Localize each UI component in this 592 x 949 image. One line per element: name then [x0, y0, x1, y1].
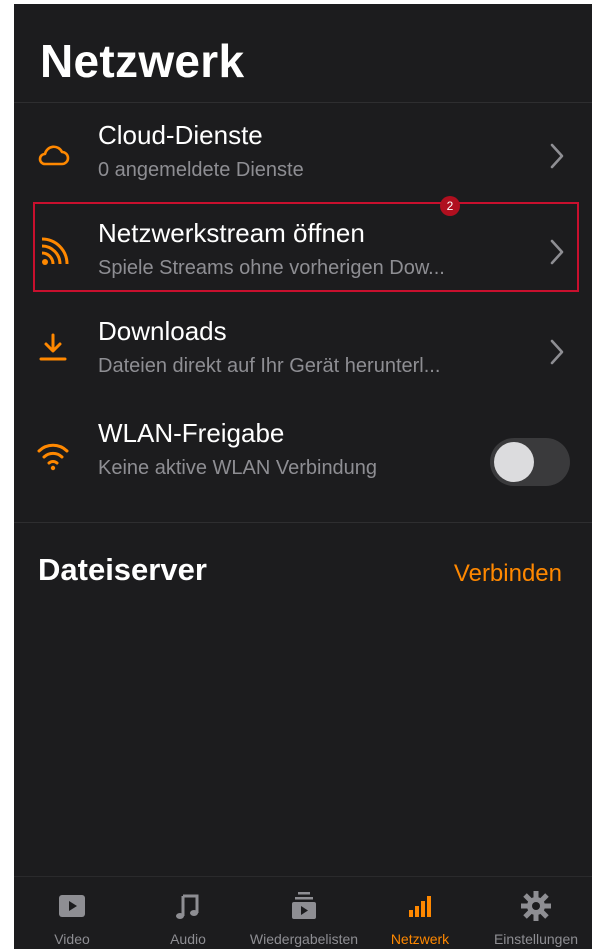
divider	[14, 102, 592, 103]
cloud-icon	[36, 138, 70, 172]
row-subtitle: Dateien direkt auf Ihr Gerät herunterl..…	[98, 355, 441, 377]
row-title: Cloud-Dienste	[98, 120, 263, 150]
network-screen: Netzwerk Cloud-Dienste 0 angemeldete Die…	[14, 4, 592, 949]
download-icon	[36, 330, 70, 364]
tab-network[interactable]: Netzwerk	[362, 877, 478, 949]
page-title: Netzwerk	[40, 35, 245, 87]
tab-video[interactable]: Video	[14, 877, 130, 949]
chevron-right-icon	[548, 142, 566, 170]
tab-label: Einstellungen	[493, 931, 579, 947]
video-icon	[57, 891, 87, 921]
highlight-box	[33, 202, 579, 292]
tab-audio[interactable]: Audio	[130, 877, 246, 949]
notification-badge: 2	[440, 196, 460, 216]
music-note-icon	[173, 891, 203, 921]
cloud-services-row[interactable]: Cloud-Dienste 0 angemeldete Dienste	[14, 104, 592, 202]
connect-button[interactable]: Verbinden	[454, 560, 562, 588]
signal-bars-icon	[405, 891, 435, 921]
row-title: Downloads	[98, 316, 227, 346]
row-subtitle: Keine aktive WLAN Verbindung	[98, 457, 378, 479]
wifi-icon	[36, 438, 70, 472]
playlist-icon	[289, 891, 319, 921]
tab-settings[interactable]: Einstellungen	[478, 877, 592, 949]
wlan-toggle[interactable]	[490, 438, 570, 486]
chevron-right-icon	[548, 338, 566, 366]
divider	[14, 522, 592, 523]
row-title: WLAN-Freigabe	[98, 418, 285, 448]
fileserver-title: Dateiserver	[38, 552, 207, 587]
toggle-knob	[494, 442, 534, 482]
tab-playlists[interactable]: Wiedergabelisten	[246, 877, 362, 949]
downloads-row[interactable]: Downloads Dateien direkt auf Ihr Gerät h…	[14, 300, 592, 398]
tab-bar: Video Audio Wiedergabelisten Netzwerk Ei…	[14, 876, 592, 949]
row-subtitle: 0 angemeldete Dienste	[98, 159, 304, 181]
gear-icon	[521, 891, 551, 921]
